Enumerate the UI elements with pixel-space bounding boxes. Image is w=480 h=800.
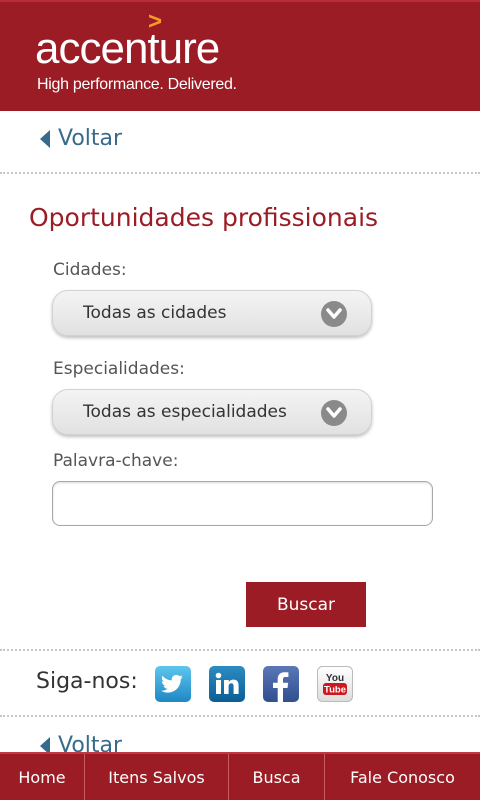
keyword-input[interactable] [52,481,433,526]
bottom-nav: Home Itens Salvos Busca Fale Conosco [0,752,480,800]
cities-select[interactable]: Todas as cidades [52,290,372,336]
twitter-icon[interactable] [155,666,191,702]
nav-search[interactable]: Busca [229,754,325,800]
logo-tagline: High performance. Delivered. [37,76,237,93]
search-button[interactable]: Buscar [246,582,366,627]
chevron-down-icon [321,301,347,327]
specialties-label: Especialidades: [53,359,185,379]
back-link[interactable]: Voltar [40,126,122,151]
youtube-text-tube: Tube [324,685,346,696]
follow-us-label: Siga-nos: [36,669,138,694]
linkedin-icon[interactable] [209,666,245,702]
youtube-text-you: You [326,673,344,684]
cities-label: Cidades: [53,260,127,280]
header-bar: > accenture High performance. Delivered. [0,0,480,111]
page-title: Oportunidades profissionais [29,203,379,232]
nav-contact[interactable]: Fale Conosco [325,754,480,800]
divider [0,649,480,651]
facebook-icon[interactable] [263,666,299,702]
cities-select-value: Todas as cidades [83,303,227,323]
accenture-logo: accenture [35,24,220,73]
specialties-select[interactable]: Todas as especialidades [52,389,372,435]
nav-home[interactable]: Home [0,754,85,800]
app-screen: > accenture High performance. Delivered.… [0,0,480,800]
chevron-down-icon [321,400,347,426]
specialties-select-value: Todas as especialidades [83,402,287,422]
divider [0,715,480,717]
divider [0,172,480,174]
back-arrow-icon [40,129,50,148]
keyword-label: Palavra-chave: [53,451,179,471]
nav-saved-items[interactable]: Itens Salvos [85,754,229,800]
youtube-icon[interactable]: You Tube [317,666,353,702]
back-label: Voltar [58,126,123,151]
